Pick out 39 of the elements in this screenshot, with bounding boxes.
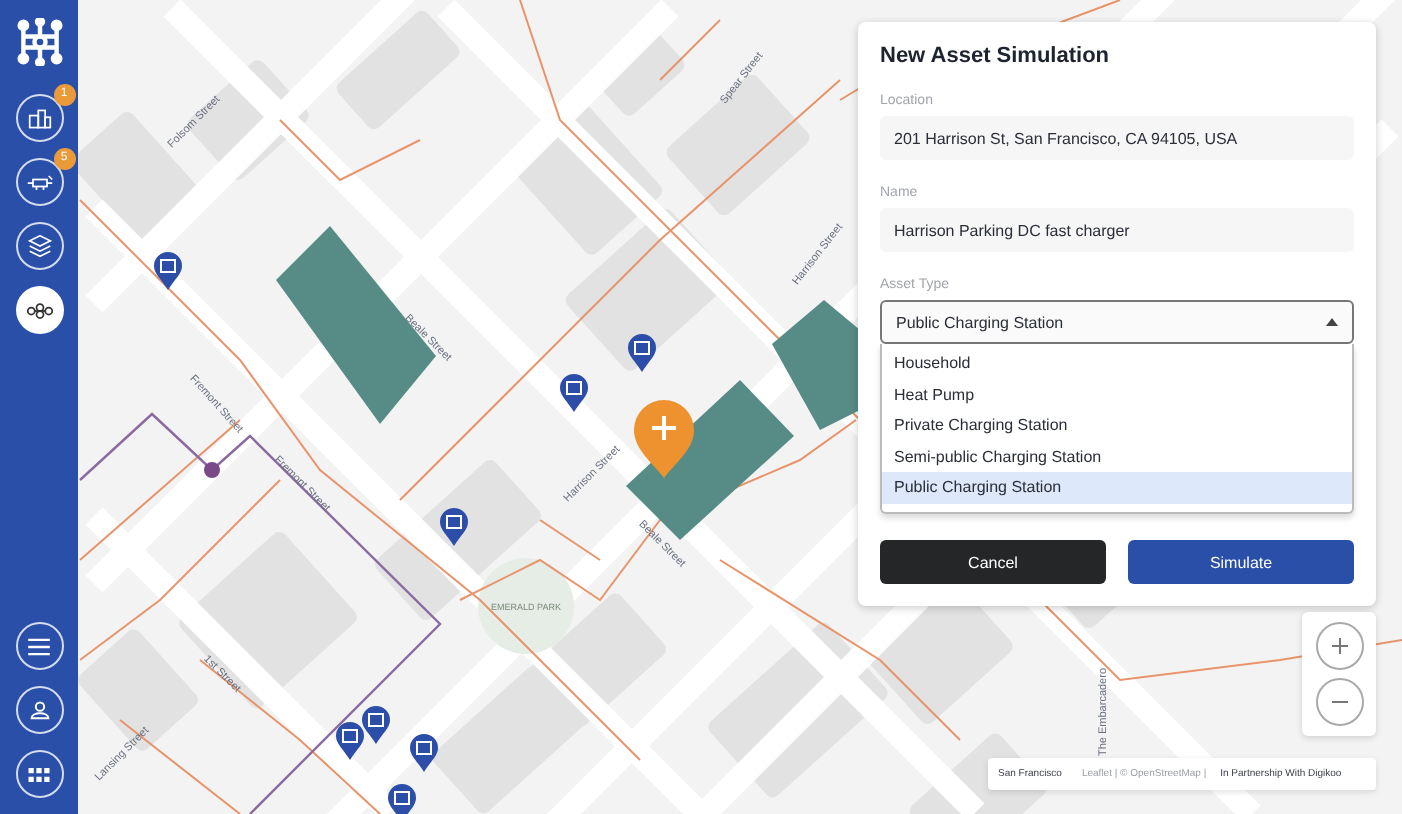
grid-nav-button[interactable] xyxy=(15,750,63,798)
add-location-marker-icon[interactable] xyxy=(634,400,694,478)
text-field[interactable]: 201 Harrison St, San Francisco, CA 94105, USA xyxy=(880,116,1354,160)
charging-station-pin-icon[interactable] xyxy=(362,706,390,744)
asset-type-select[interactable]: Public Charging Station xyxy=(880,300,1354,344)
dropdown-option[interactable]: Public Charging Station xyxy=(882,472,1352,503)
charging-station-pin-icon[interactable] xyxy=(388,784,416,814)
user-nav-button[interactable] xyxy=(15,686,63,734)
dialog-title: New Asset Simulation xyxy=(880,44,1112,68)
layers-nav-button[interactable] xyxy=(15,222,63,270)
buildings-icon xyxy=(27,107,51,129)
cancel-button[interactable]: Cancel xyxy=(880,540,1106,584)
network-icon xyxy=(25,301,53,319)
simulate-button[interactable]: Simulate xyxy=(1128,540,1354,584)
dropdown-option[interactable]: Semi-public Charging Station xyxy=(882,441,1352,472)
charger-icon xyxy=(25,173,53,191)
highlighted-parcel[interactable] xyxy=(626,380,794,540)
park-area xyxy=(478,558,574,654)
dropdown-option[interactable]: Private Charging Station xyxy=(882,410,1352,441)
dropdown-option[interactable]: Household xyxy=(882,348,1352,379)
grid-icon xyxy=(28,767,50,781)
text-field[interactable]: Harrison Parking DC fast charger xyxy=(880,208,1354,252)
charging-station-pin-icon[interactable] xyxy=(440,508,468,546)
network-nav-button[interactable] xyxy=(15,286,63,334)
menu-nav-button[interactable] xyxy=(15,622,63,670)
layers-icon xyxy=(27,234,51,258)
charging-station-pin-icon[interactable] xyxy=(336,722,364,760)
logo-icon xyxy=(15,18,63,66)
user-icon xyxy=(29,700,49,720)
charging-station-pin-icon[interactable] xyxy=(154,252,182,290)
minus-icon xyxy=(1331,700,1347,705)
charging-station-pin-icon[interactable] xyxy=(560,374,588,412)
plus-icon xyxy=(1331,637,1347,654)
charging-station-pin-icon[interactable] xyxy=(410,734,438,772)
dropdown-option[interactable]: Heat Pump xyxy=(882,379,1352,410)
caret-icon xyxy=(1326,318,1338,326)
zoom-in-button[interactable] xyxy=(1315,621,1363,670)
charging-station-pin-icon[interactable] xyxy=(628,334,656,372)
menu-icon xyxy=(28,637,50,655)
